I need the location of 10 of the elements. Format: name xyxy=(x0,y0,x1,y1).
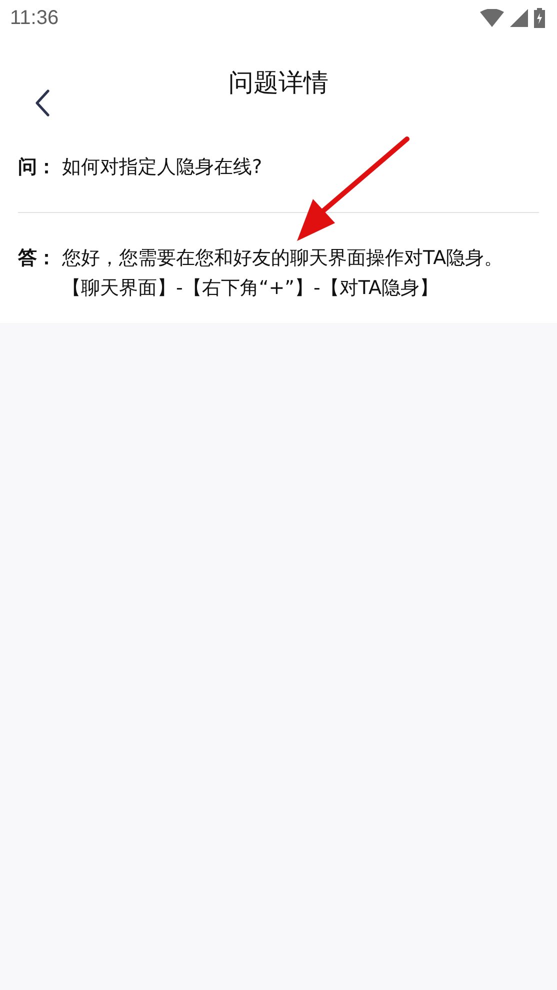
answer-text: 您好，您需要在您和好友的聊天界面操作对TA隐身。【聊天界面】-【右下角“+”】-【对TA隐身】 xyxy=(62,246,504,301)
answer-label: 答： xyxy=(18,246,57,271)
back-icon[interactable] xyxy=(34,89,50,117)
question-text: 如何对指定人隐身在线? xyxy=(62,155,264,180)
page-title: 问题详情 xyxy=(228,67,328,99)
wifi-icon xyxy=(480,9,504,27)
status-time: 11:36 xyxy=(10,6,59,30)
question-label: 问： xyxy=(18,155,57,180)
battery-icon xyxy=(534,8,545,28)
signal-icon xyxy=(510,9,528,27)
